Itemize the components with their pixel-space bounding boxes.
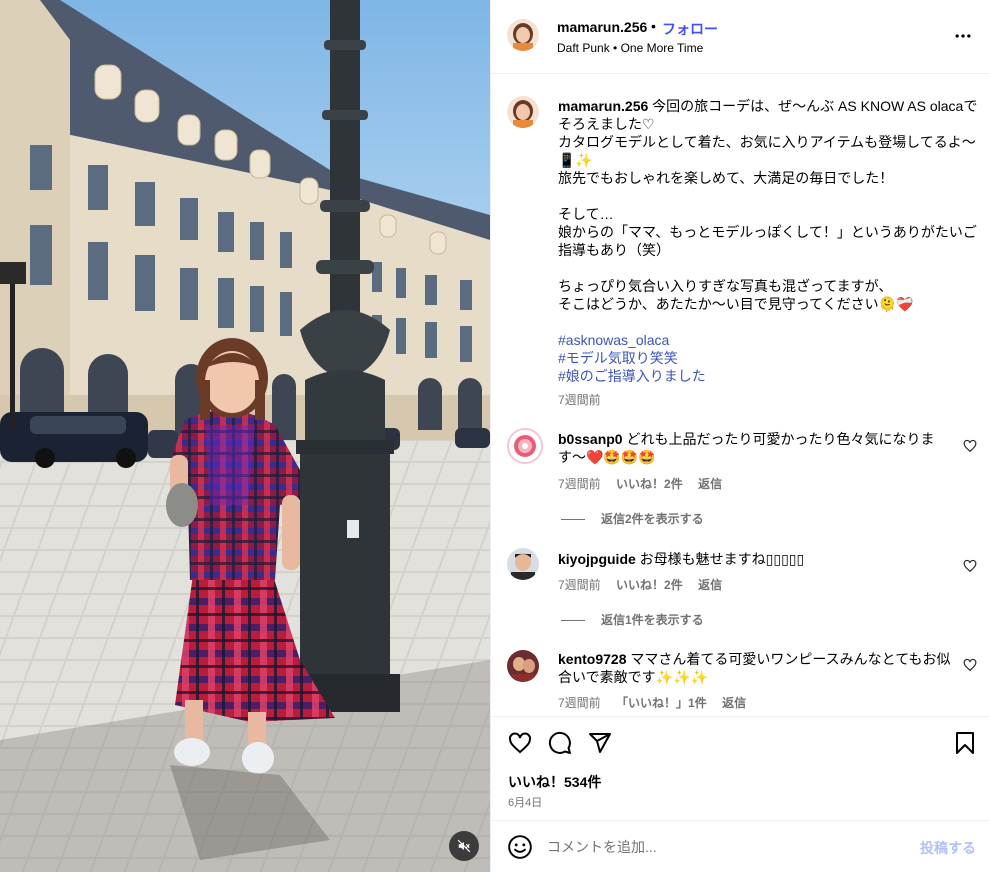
comment-icon[interactable]: [548, 731, 572, 755]
commenter-avatar[interactable]: [507, 650, 539, 682]
comment-heart-icon[interactable]: [963, 658, 977, 672]
replies-divider: [561, 620, 585, 622]
reply-button[interactable]: 返信: [698, 477, 722, 491]
comment-meta: 7週間前 いいね！2件 返信: [558, 576, 734, 593]
mute-toggle-button[interactable]: [449, 831, 479, 861]
caption-line: カタログモデルとして着た、お気に入りアイテムも登場してるよ〜: [558, 134, 976, 150]
comment-item: b0ssanp0 どれも上品だったり可愛かったり色々気になります〜❤️🤩🤩🤩 7…: [491, 426, 989, 526]
reply-button[interactable]: 返信: [698, 578, 722, 592]
comment-time[interactable]: 7週間前: [558, 477, 601, 491]
add-comment-bar: 投稿する: [491, 820, 989, 872]
comment-meta: 7週間前 いいね！2件 返信: [558, 475, 734, 492]
caption-line: そして…: [558, 206, 614, 222]
caption-line: 📱✨: [558, 152, 593, 168]
caption-author-avatar[interactable]: [507, 96, 539, 128]
comment-item: kento9728 ママさん着てる可愛いワンピースみんなとてもお似合いで素敵です…: [491, 648, 989, 716]
bookmark-icon[interactable]: [953, 731, 977, 755]
post-header: mamarun.256 • フォロー Daft Punk • One More …: [491, 0, 989, 74]
emoji-icon[interactable]: [507, 834, 533, 860]
caption-line: ちょっぴり気合い入りすぎな写真も混ざってますが、: [558, 278, 893, 294]
author-username[interactable]: mamarun.256: [557, 19, 647, 35]
post-actions-bar: いいね！534件 6月4日: [491, 716, 989, 820]
comment-input[interactable]: [547, 835, 887, 859]
caption-timestamp[interactable]: 7週間前: [558, 391, 980, 409]
post-photo[interactable]: [0, 0, 490, 872]
comment-time[interactable]: 7週間前: [558, 578, 601, 592]
music-track-link[interactable]: Daft Punk • One More Time: [557, 41, 703, 55]
comment-text: b0ssanp0 どれも上品だったり可愛かったり色々気になります〜❤️🤩🤩🤩: [558, 430, 953, 466]
header-separator: •: [651, 18, 656, 34]
post-comment-button[interactable]: 投稿する: [920, 838, 976, 858]
hashtag-link[interactable]: #娘のご指導入りました: [558, 367, 980, 385]
commenter-username[interactable]: kento9728: [558, 651, 626, 667]
likes-count[interactable]: いいね！534件: [508, 772, 601, 792]
view-replies-button[interactable]: 返信1件を表示する: [561, 611, 704, 628]
hashtag-link[interactable]: #asknowas_olaca: [558, 331, 980, 349]
view-replies-label: 返信1件を表示する: [601, 613, 704, 627]
author-avatar[interactable]: [507, 19, 539, 51]
comment-likes[interactable]: 「いいね！」1件: [616, 696, 707, 710]
comment-item: kiyojpguide お母様も魅せますね▯▯▯▯▯ 7週間前 いいね！2件 返…: [491, 546, 989, 628]
comment-text: kento9728 ママさん着てる可愛いワンピースみんなとてもお似合いで素敵です…: [558, 650, 953, 686]
commenter-username[interactable]: b0ssanp0: [558, 431, 623, 447]
post-date[interactable]: 6月4日: [508, 794, 542, 810]
heart-icon[interactable]: [508, 731, 532, 755]
comment-heart-icon[interactable]: [963, 559, 977, 573]
view-replies-button[interactable]: 返信2件を表示する: [561, 510, 704, 527]
instagram-post-window: mamarun.256 • フォロー Daft Punk • One More …: [0, 0, 989, 872]
comment-text: kiyojpguide お母様も魅せますね▯▯▯▯▯: [558, 550, 953, 568]
comments-scroll-area[interactable]: mamarun.256 今回の旅コーデは、ぜ〜んぶ AS KNOW AS ola…: [491, 74, 989, 716]
photo-illustration: [0, 0, 490, 872]
comment-likes[interactable]: いいね！2件: [616, 477, 683, 491]
post-detail-panel: mamarun.256 • フォロー Daft Punk • One More …: [490, 0, 989, 872]
comment-time[interactable]: 7週間前: [558, 696, 601, 710]
commenter-avatar[interactable]: [507, 548, 539, 580]
comment-heart-icon[interactable]: [963, 439, 977, 453]
caption-username[interactable]: mamarun.256: [558, 98, 648, 114]
share-icon[interactable]: [588, 731, 612, 755]
hashtag-link[interactable]: #モデル気取り笑笑: [558, 349, 980, 367]
follow-button[interactable]: フォロー: [662, 19, 718, 39]
commenter-avatar[interactable]: [507, 428, 543, 464]
commenter-username[interactable]: kiyojpguide: [558, 551, 636, 567]
more-options-icon[interactable]: [953, 26, 973, 46]
comment-body: お母様も魅せますね▯▯▯▯▯: [635, 551, 805, 567]
caption-line: 旅先でもおしゃれを楽しめて、大満足の毎日でした！: [558, 170, 894, 186]
reply-button[interactable]: 返信: [722, 696, 746, 710]
comment-likes[interactable]: いいね！2件: [616, 578, 683, 592]
view-replies-label: 返信2件を表示する: [601, 512, 704, 526]
comment-meta: 7週間前 「いいね！」1件 返信: [558, 694, 758, 711]
mute-icon: [457, 839, 471, 853]
caption-line: そこはどうか、あたたか〜い目で見守ってください🫠❤️‍🩹: [558, 296, 914, 312]
caption-line: 娘からの「ママ、もっとモデルっぽくして！」というありがたいご指導もあり（笑）: [558, 224, 977, 258]
replies-divider: [561, 519, 585, 521]
post-caption: mamarun.256 今回の旅コーデは、ぜ〜んぶ AS KNOW AS ola…: [558, 97, 980, 409]
